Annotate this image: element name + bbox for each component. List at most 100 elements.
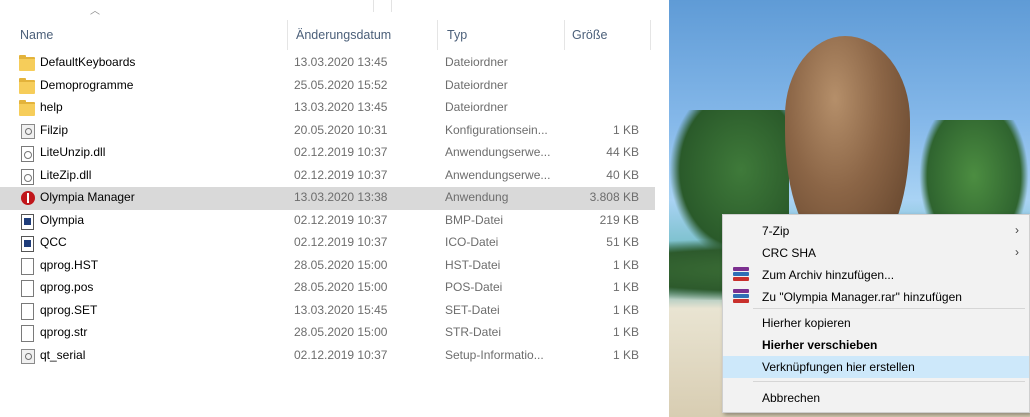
file-size: 44 KB bbox=[606, 145, 639, 159]
sort-ascending-icon: ︿ bbox=[90, 6, 100, 17]
file-type: Anwendung bbox=[445, 190, 509, 204]
file-date: 13.03.2020 15:45 bbox=[294, 302, 388, 317]
winrar-icon bbox=[733, 289, 749, 304]
file-type: Anwendungserwe... bbox=[445, 145, 551, 159]
file-size: 3.808 KB bbox=[589, 190, 639, 204]
file-name: help bbox=[40, 100, 63, 114]
document-icon bbox=[21, 302, 34, 320]
chevron-right-icon: › bbox=[1015, 245, 1019, 259]
file-type: Setup-Informatio... bbox=[445, 347, 544, 362]
column-header-type[interactable]: Typ bbox=[447, 28, 467, 42]
menu-item[interactable]: CRC SHA › bbox=[723, 242, 1029, 264]
file-row[interactable]: Demoprogramme 25.05.2020 15:52 Dateiordner bbox=[0, 75, 655, 98]
file-date: 20.05.2020 10:31 bbox=[294, 122, 388, 137]
file-row[interactable]: qt_serial 02.12.2019 10:37 Setup-Informati… bbox=[0, 345, 655, 368]
menu-item-label: CRC SHA bbox=[762, 246, 817, 260]
menu-item-label: Abbrechen bbox=[762, 391, 821, 405]
file-size: 51 KB bbox=[606, 235, 639, 249]
file-type: HST-Datei bbox=[445, 257, 501, 272]
file-row[interactable]: DefaultKeyboards 13.03.2020 13:45 Dateiord… bbox=[0, 52, 655, 75]
file-type: Dateiordner bbox=[445, 77, 508, 92]
column-header-name[interactable]: Name bbox=[20, 28, 53, 42]
file-row[interactable]: Filzip 20.05.2020 10:31 Konfigurationsein.… bbox=[0, 120, 655, 143]
file-date: 13.03.2020 13:45 bbox=[294, 100, 388, 114]
file-date: 13.03.2020 13:38 bbox=[294, 190, 388, 204]
file-name: DefaultKeyboards bbox=[40, 55, 136, 69]
file-size: 1 KB bbox=[612, 302, 639, 317]
file-size: 1 KB bbox=[612, 325, 639, 339]
file-type: STR-Datei bbox=[445, 325, 502, 339]
menu-item-label: Hierher verschieben bbox=[762, 338, 878, 352]
file-name: QCC bbox=[40, 235, 67, 249]
menu-item[interactable]: Abbrechen bbox=[723, 387, 1029, 409]
file-name: qprog.str bbox=[40, 325, 88, 339]
file-date: 02.12.2019 10:37 bbox=[294, 167, 388, 182]
menu-item[interactable]: Hierher kopieren bbox=[723, 312, 1029, 334]
file-size: 1 KB bbox=[612, 122, 639, 137]
context-menu: 7-Zip › CRC SHA › Zum Archiv hinzufügen... Zu… bbox=[722, 214, 1030, 413]
column-divider[interactable] bbox=[650, 20, 651, 50]
file-name: qprog.HST bbox=[40, 257, 99, 272]
file-name: qprog.SET bbox=[40, 302, 98, 317]
file-row[interactable]: qprog.SET 13.03.2020 15:45 SET-Datei 1 KB bbox=[0, 300, 655, 323]
file-type: SET-Datei bbox=[445, 302, 500, 317]
column-header-date[interactable]: Änderungsdatum bbox=[296, 28, 391, 42]
bmp-file-icon bbox=[21, 213, 34, 230]
chevron-right-icon: › bbox=[1015, 223, 1019, 237]
menu-item-label: Zu "Olympia Manager.rar" hinzufügen bbox=[762, 290, 962, 304]
column-divider[interactable] bbox=[437, 20, 438, 50]
menu-item-label: 7-Zip bbox=[762, 224, 790, 238]
file-row[interactable]: qprog.HST 28.05.2020 15:00 HST-Datei 1 KB bbox=[0, 255, 655, 278]
file-name: qt_serial bbox=[40, 347, 86, 362]
file-type: Dateiordner bbox=[445, 55, 508, 69]
file-row[interactable]: qprog.pos 28.05.2020 15:00 POS-Datei 1 KB bbox=[0, 277, 655, 300]
file-row[interactable]: Olympia 02.12.2019 10:37 BMP-Datei 219 KB bbox=[0, 210, 655, 233]
folder-icon bbox=[19, 77, 35, 94]
file-type: BMP-Datei bbox=[445, 212, 504, 227]
file-type: ICO-Datei bbox=[445, 235, 499, 249]
file-name: Demoprogramme bbox=[40, 77, 134, 92]
file-date: 13.03.2020 13:45 bbox=[294, 55, 388, 69]
file-explorer-pane: ︿ Name Änderungsdatum Typ Größe DefaultK… bbox=[0, 0, 655, 417]
header-divider bbox=[373, 0, 374, 12]
dll-file-icon bbox=[21, 146, 34, 162]
column-header-size[interactable]: Größe bbox=[572, 28, 607, 42]
file-date: 02.12.2019 10:37 bbox=[294, 235, 388, 249]
file-row[interactable]: Olympia Manager 13.03.2020 13:38 Anwendung… bbox=[0, 187, 655, 210]
column-divider[interactable] bbox=[287, 20, 288, 50]
file-type: Anwendungserwe... bbox=[445, 167, 551, 182]
file-row[interactable]: LiteUnzip.dll 02.12.2019 10:37 Anwendungse… bbox=[0, 142, 655, 165]
file-row[interactable]: QCC 02.12.2019 10:37 ICO-Datei 51 KB bbox=[0, 232, 655, 255]
folder-icon bbox=[19, 100, 35, 116]
file-date: 28.05.2020 15:00 bbox=[294, 325, 388, 339]
menu-item[interactable]: Verknüpfungen hier erstellen bbox=[723, 356, 1029, 378]
menu-separator bbox=[753, 381, 1025, 382]
document-icon bbox=[21, 325, 34, 342]
menu-item-label: Verknüpfungen hier erstellen bbox=[762, 360, 915, 374]
file-date: 02.12.2019 10:37 bbox=[294, 347, 388, 362]
column-divider[interactable] bbox=[564, 20, 565, 50]
menu-item[interactable]: Zu "Olympia Manager.rar" hinzufügen bbox=[723, 286, 1029, 308]
menu-item[interactable]: Hierher verschieben bbox=[723, 334, 1029, 356]
file-name: qprog.pos bbox=[40, 280, 94, 294]
file-row[interactable]: help 13.03.2020 13:45 Dateiordner bbox=[0, 97, 655, 120]
file-row[interactable]: qprog.str 28.05.2020 15:00 STR-Datei 1 KB bbox=[0, 322, 655, 345]
file-name: LiteUnzip.dll bbox=[40, 145, 106, 159]
file-size: 1 KB bbox=[612, 257, 639, 272]
file-name: Olympia Manager bbox=[40, 190, 135, 204]
menu-item[interactable]: Zum Archiv hinzufügen... bbox=[723, 264, 1029, 286]
file-type: POS-Datei bbox=[445, 280, 503, 294]
file-name: LiteZip.dll bbox=[40, 167, 92, 182]
file-date: 02.12.2019 10:37 bbox=[294, 145, 388, 159]
file-row[interactable]: LiteZip.dll 02.12.2019 10:37 Anwendungserw… bbox=[0, 165, 655, 188]
file-date: 02.12.2019 10:37 bbox=[294, 212, 388, 227]
file-type: Konfigurationsein... bbox=[445, 122, 548, 137]
file-date: 28.05.2020 15:00 bbox=[294, 280, 388, 294]
file-size: 219 KB bbox=[599, 212, 639, 227]
config-file-icon bbox=[21, 348, 35, 364]
header-divider bbox=[391, 0, 392, 12]
menu-item[interactable]: 7-Zip › bbox=[723, 220, 1029, 242]
ico-file-icon bbox=[21, 236, 34, 252]
document-icon bbox=[21, 257, 34, 275]
winrar-icon bbox=[733, 267, 749, 282]
